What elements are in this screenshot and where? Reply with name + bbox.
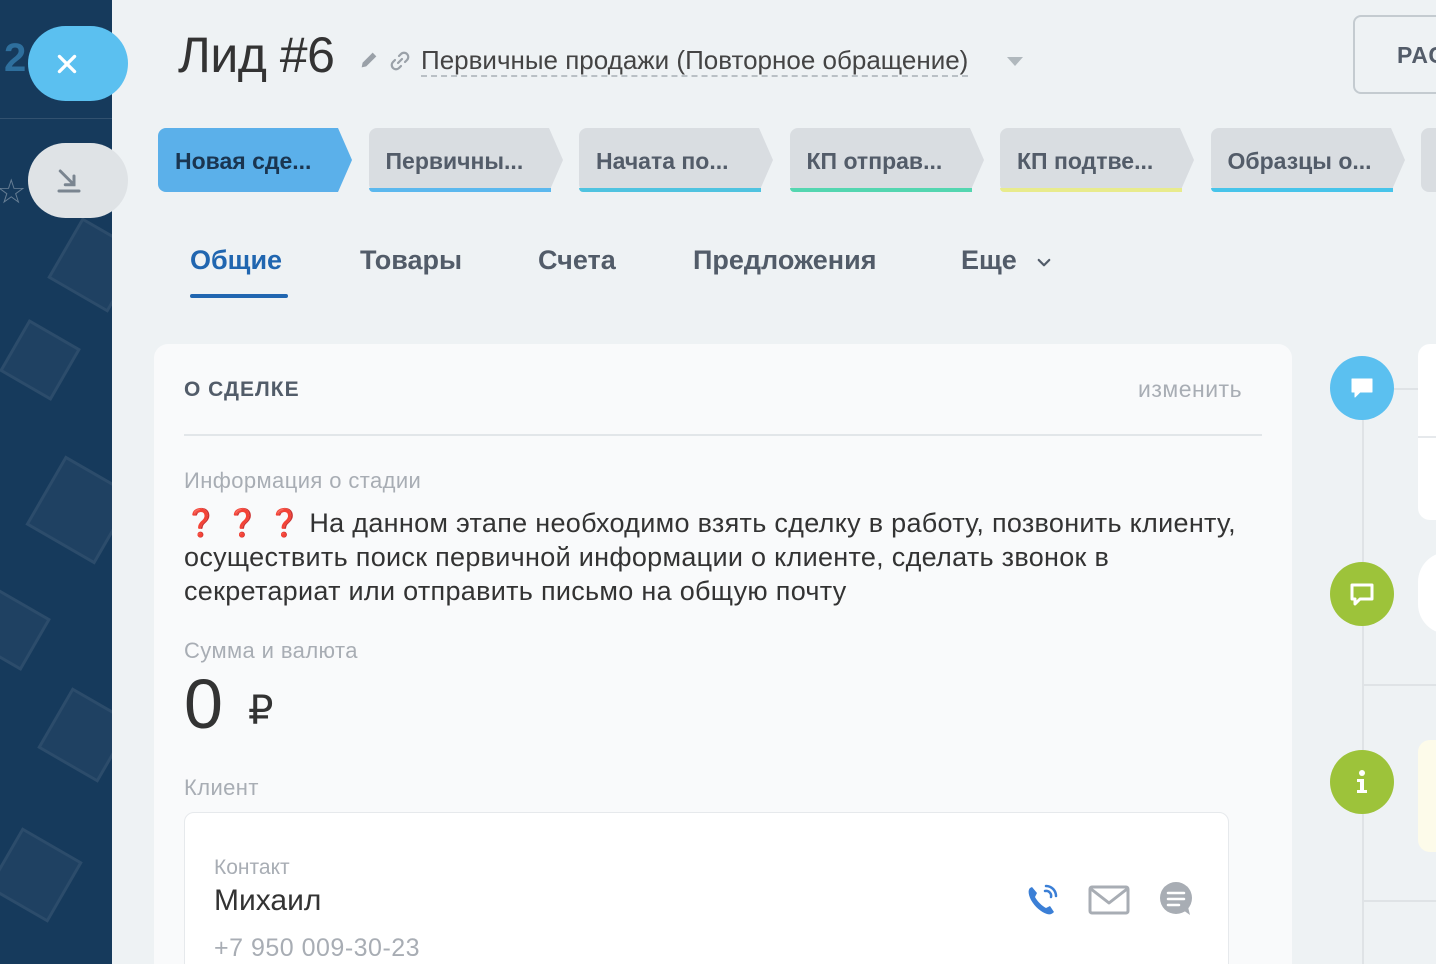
top-right-button[interactable]: РАС [1353, 15, 1436, 94]
chevron-down-icon[interactable] [1007, 57, 1023, 66]
client-label: Клиент [184, 775, 259, 800]
stage-info-label: Информация о стадии [184, 468, 422, 493]
timeline-comment-card[interactable] [1418, 344, 1436, 520]
stage-label: КП отправ... [789, 128, 970, 192]
stage-info-text: ❓ ❓ ❓ На данном этапе необходимо взять сд… [184, 506, 1264, 608]
timeline-info-button[interactable] [1330, 750, 1394, 814]
divider [0, 118, 112, 119]
minimize-icon [57, 169, 81, 192]
question-marks: ❓ ❓ ❓ [184, 508, 302, 538]
chevron-down-icon[interactable] [1035, 254, 1053, 272]
background-decoration [0, 827, 83, 923]
stage-color-bar [1210, 188, 1393, 192]
strip-number: 2 [4, 36, 27, 80]
tab-proposals[interactable]: Предложения [693, 245, 876, 276]
tab-general[interactable]: Общие [190, 245, 282, 276]
message-icon [1350, 583, 1374, 606]
stage-arrow [338, 128, 352, 192]
stage-color-bar [368, 188, 551, 192]
tab-active-underline [190, 294, 288, 298]
close-button[interactable] [28, 26, 128, 101]
sum-label: Сумма и валюта [184, 638, 358, 663]
tab-invoices[interactable]: Счета [538, 245, 616, 276]
sum-currency: ₽ [248, 689, 274, 733]
stage-arrow [548, 128, 563, 192]
stage-arrow [759, 128, 773, 192]
stage-arrow [1180, 128, 1194, 192]
background-decoration [37, 687, 112, 783]
close-icon [57, 54, 77, 73]
category-selector[interactable]: Первичные продажи (Повторное обращение) [421, 46, 969, 77]
timeline-info-card[interactable] [1418, 740, 1436, 852]
mail-icon[interactable] [1087, 882, 1131, 918]
stage-label: Новая сде... [158, 128, 338, 192]
edit-link[interactable]: изменить [1138, 376, 1242, 403]
stage-next-partial[interactable] [1421, 128, 1436, 192]
stage-color-bar [579, 188, 761, 192]
stage-label: КП подтве... [1000, 128, 1180, 192]
timeline-comment-button[interactable] [1330, 356, 1394, 420]
stage-color-bar [1000, 188, 1182, 192]
info-icon [1357, 770, 1367, 793]
stage-arrow [1390, 128, 1405, 192]
minimize-button[interactable] [28, 143, 128, 218]
star-icon: ☆ [0, 173, 27, 211]
section-title: О СДЕЛКЕ [184, 378, 300, 401]
divider [1418, 436, 1436, 438]
phone-icon[interactable] [1022, 880, 1062, 920]
background-decoration [25, 455, 112, 565]
background-decoration [0, 589, 51, 671]
timeline-connector [1362, 900, 1436, 902]
contact-phone[interactable]: +7 950 009-30-23 [214, 934, 420, 963]
timeline-connector [1362, 684, 1436, 686]
link-icon[interactable] [388, 49, 412, 73]
timeline-line [1362, 380, 1364, 964]
sum-value: 0 [184, 665, 223, 743]
stage-label: Начата по... [579, 128, 759, 192]
contact-label: Контакт [214, 856, 290, 879]
chat-icon[interactable] [1157, 880, 1195, 918]
stage-arrow [969, 128, 984, 192]
page-title: Лид #6 [178, 27, 335, 83]
divider [184, 434, 1262, 436]
comment-icon [1351, 378, 1373, 398]
tab-products[interactable]: Товары [360, 245, 462, 276]
timeline-message-button[interactable] [1330, 562, 1394, 626]
pencil-icon[interactable] [358, 49, 380, 71]
stage-info-body: На данном этапе необходимо взять сделку … [184, 508, 1236, 606]
stage-label: Первичны... [368, 128, 549, 192]
stage-label: Образцы о... [1210, 128, 1391, 192]
background-decoration [0, 319, 81, 401]
background-decoration [47, 217, 112, 313]
tab-more[interactable]: Еще [961, 245, 1017, 276]
timeline-message-card[interactable] [1418, 552, 1436, 634]
contact-name[interactable]: Михаил [214, 884, 321, 918]
stage-color-bar [789, 188, 972, 192]
